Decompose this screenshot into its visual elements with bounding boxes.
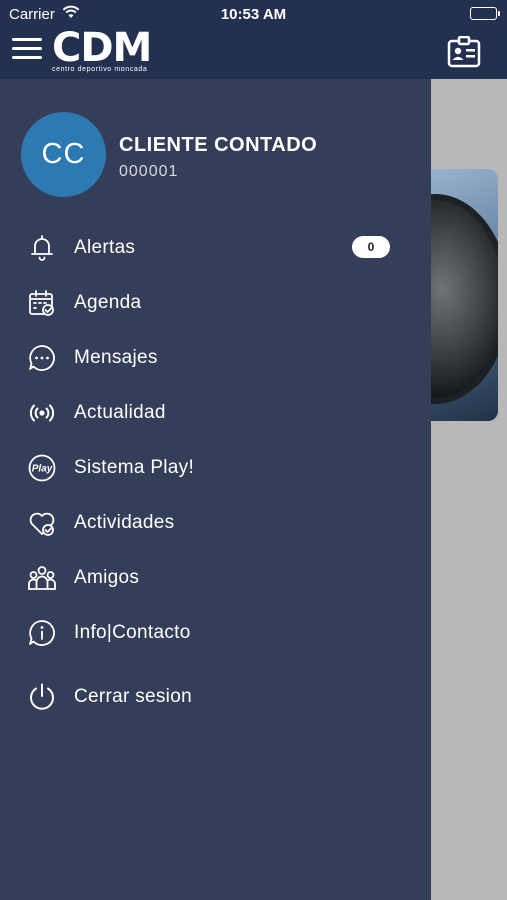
avatar[interactable]: CC bbox=[21, 112, 106, 197]
menu-item-actividades[interactable]: Actividades bbox=[0, 497, 431, 547]
profile-id: 000001 bbox=[119, 163, 179, 180]
menu-item-label: Actividades bbox=[74, 512, 175, 533]
menu-item-cerrar-sesion[interactable]: Cerrar sesion bbox=[0, 671, 431, 721]
cdm-logo: CDM centro deportivo moncada bbox=[52, 28, 164, 76]
menu-item-sistema-play[interactable]: Play Sistema Play! bbox=[0, 442, 431, 492]
menu-item-mensajes[interactable]: Mensajes bbox=[0, 332, 431, 382]
navigation-drawer: CC CLIENTE CONTADO 000001 Alertas 0 Agen… bbox=[0, 79, 431, 900]
chat-bubble-icon bbox=[26, 342, 58, 374]
menu-item-label: Amigos bbox=[74, 567, 140, 588]
calendar-check-icon bbox=[26, 287, 58, 319]
info-bubble-icon bbox=[26, 617, 58, 649]
svg-text:Play: Play bbox=[32, 464, 53, 475]
menu-item-label: Actualidad bbox=[74, 402, 166, 423]
app-screen: Carrier 10:53 AM CDM centro deportivo mo… bbox=[0, 0, 507, 900]
id-card-button[interactable] bbox=[447, 36, 481, 68]
battery-icon bbox=[470, 7, 500, 20]
hamburger-menu-button[interactable] bbox=[12, 38, 42, 62]
menu-item-actualidad[interactable]: Actualidad bbox=[0, 387, 431, 437]
menu-item-label: Agenda bbox=[74, 292, 142, 313]
play-logo-icon: Play bbox=[26, 452, 58, 484]
menu-item-label: Cerrar sesion bbox=[74, 686, 192, 707]
bell-icon bbox=[26, 232, 58, 264]
status-bar: Carrier 10:53 AM bbox=[0, 0, 507, 28]
heart-check-icon bbox=[26, 507, 58, 539]
menu-item-agenda[interactable]: Agenda bbox=[0, 277, 431, 327]
menu-item-amigos[interactable]: Amigos bbox=[0, 552, 431, 602]
alerts-count-badge: 0 bbox=[352, 236, 390, 258]
app-header: Carrier 10:53 AM CDM centro deportivo mo… bbox=[0, 0, 507, 79]
broadcast-icon bbox=[26, 397, 58, 429]
menu-item-label: Mensajes bbox=[74, 347, 158, 368]
menu-item-label: Alertas bbox=[74, 237, 136, 258]
menu-item-label: Sistema Play! bbox=[74, 457, 195, 478]
menu-item-info-contacto[interactable]: Info|Contacto bbox=[0, 607, 431, 657]
menu-item-label: Info|Contacto bbox=[74, 622, 191, 643]
logo-text: CDM bbox=[52, 25, 152, 71]
status-time: 10:53 AM bbox=[220, 6, 287, 23]
menu-item-alertas[interactable]: Alertas 0 bbox=[0, 222, 431, 272]
logo-subtitle: centro deportivo moncada bbox=[52, 66, 148, 73]
id-card-icon bbox=[447, 36, 481, 68]
power-icon bbox=[26, 681, 58, 713]
profile-name: CLIENTE CONTADO bbox=[119, 134, 318, 156]
group-icon bbox=[26, 562, 58, 594]
